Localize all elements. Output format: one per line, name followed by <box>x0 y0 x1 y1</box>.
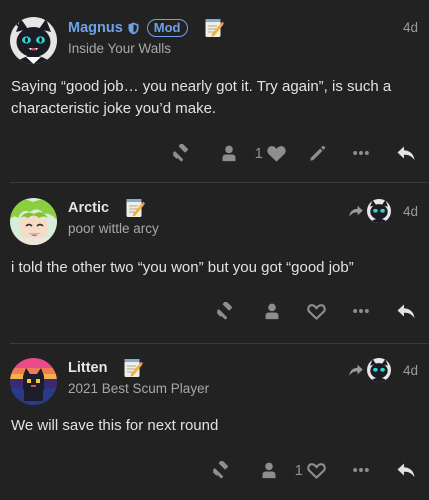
username[interactable]: Arctic <box>68 200 109 216</box>
flag-icon <box>172 144 191 163</box>
assign-button[interactable] <box>219 139 239 167</box>
like-icon <box>266 144 287 163</box>
post-actions: 1 <box>172 139 417 167</box>
edit-button[interactable] <box>307 139 327 167</box>
username[interactable]: Litten <box>68 360 107 376</box>
post-date[interactable]: 4d <box>403 363 418 378</box>
share-arrow-icon <box>348 362 364 378</box>
more-icon <box>352 302 370 320</box>
avatar[interactable] <box>10 198 57 245</box>
like-button[interactable] <box>306 297 327 325</box>
more-icon <box>352 461 370 479</box>
reply-to-indicator[interactable] <box>348 358 391 382</box>
like-count: 1 <box>294 461 303 479</box>
assign-button[interactable] <box>259 456 279 484</box>
reply-icon <box>396 301 416 321</box>
assign-icon <box>220 144 238 162</box>
share-arrow-icon <box>348 203 364 219</box>
user-title: 2021 Best Scum Player <box>68 381 210 396</box>
more-button[interactable] <box>351 456 371 484</box>
more-button[interactable] <box>351 139 371 167</box>
like-button[interactable]: 1 <box>295 456 327 484</box>
flag-icon <box>216 302 235 321</box>
avatar[interactable] <box>10 17 57 64</box>
reply-button[interactable] <box>395 297 417 325</box>
memo-icon <box>204 18 224 38</box>
avatar[interactable] <box>10 358 57 405</box>
assign-icon <box>263 302 281 320</box>
memo-icon <box>123 358 144 378</box>
post-content: Saying “good job… you nearly got it. Try… <box>11 78 392 117</box>
flag-icon <box>212 461 231 480</box>
flag-button[interactable] <box>172 139 192 167</box>
moderator-shield-icon <box>128 22 139 35</box>
user-title: Inside Your Walls <box>68 41 172 56</box>
like-button[interactable]: 1 <box>255 139 287 167</box>
post-date[interactable]: 4d <box>403 204 418 219</box>
edit-icon <box>308 144 327 163</box>
mod-badge: Mod <box>146 19 188 37</box>
reply-to-indicator[interactable] <box>348 199 391 223</box>
reply-to-avatar <box>367 199 391 223</box>
flag-button[interactable] <box>215 297 235 325</box>
post-content: i told the other two “you won” but you g… <box>11 259 354 276</box>
like-icon <box>306 302 327 321</box>
reply-button[interactable] <box>395 456 417 484</box>
reply-button[interactable] <box>395 139 417 167</box>
reply-to-avatar <box>367 358 391 382</box>
memo-icon <box>125 198 146 218</box>
post-litten: Litten 2021 Best Scum Player 4d We will … <box>0 344 429 500</box>
post-content: We will save this for next round <box>11 417 219 434</box>
more-icon <box>352 144 370 162</box>
reply-icon <box>396 143 416 163</box>
reply-icon <box>396 460 416 480</box>
post-date[interactable]: 4d <box>403 20 418 35</box>
flag-button[interactable] <box>212 456 232 484</box>
user-title: poor wittle arcy <box>68 221 159 236</box>
post-actions: 1 <box>212 456 417 484</box>
more-button[interactable] <box>351 297 371 325</box>
assign-button[interactable] <box>262 297 282 325</box>
post-magnus: Magnus Mod Inside Your Walls 4d Saying “… <box>0 0 429 183</box>
post-arctic: Arctic poor wittle arcy 4d i told the ot… <box>0 183 429 344</box>
like-icon <box>306 461 327 480</box>
assign-icon <box>260 461 278 479</box>
like-count: 1 <box>254 144 263 162</box>
username[interactable]: Magnus <box>68 20 123 36</box>
post-actions <box>215 297 417 325</box>
